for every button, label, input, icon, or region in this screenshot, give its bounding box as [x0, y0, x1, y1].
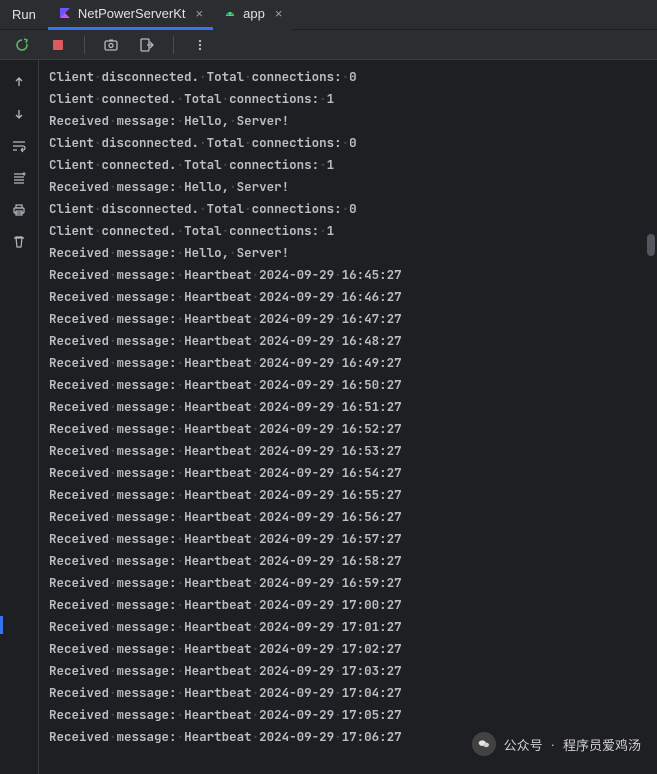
- console-line: Client·connected.·Total·connections:·1: [49, 220, 657, 242]
- console-line: Received·message:·Heartbeat·2024-09-29·1…: [49, 462, 657, 484]
- console-line: Received·message:·Hello,·Server!: [49, 176, 657, 198]
- console-output[interactable]: Client·disconnected.·Total·connections:·…: [38, 60, 657, 774]
- console-line: Received·message:·Heartbeat·2024-09-29·1…: [49, 682, 657, 704]
- console-line: Client·disconnected.·Total·connections:·…: [49, 198, 657, 220]
- run-panel-label: Run: [0, 7, 48, 22]
- watermark: 公众号 · 程序员爱鸡汤: [472, 732, 641, 756]
- console-line: Received·message:·Heartbeat·2024-09-29·1…: [49, 440, 657, 462]
- console-line: Received·message:·Heartbeat·2024-09-29·1…: [49, 594, 657, 616]
- wechat-icon: [472, 732, 496, 756]
- more-button[interactable]: [190, 35, 210, 55]
- console-side-toolbar: [0, 60, 38, 774]
- console-line: Received·message:·Heartbeat·2024-09-29·1…: [49, 264, 657, 286]
- console-line: Received·message:·Heartbeat·2024-09-29·1…: [49, 308, 657, 330]
- up-arrow-icon[interactable]: [9, 72, 29, 92]
- console-line: Received·message:·Heartbeat·2024-09-29·1…: [49, 572, 657, 594]
- exit-button[interactable]: [137, 35, 157, 55]
- close-icon[interactable]: ×: [196, 7, 204, 20]
- scrollbar-thumb[interactable]: [647, 234, 655, 256]
- console-line: Received·message:·Hello,·Server!: [49, 110, 657, 132]
- console-line: Received·message:·Heartbeat·2024-09-29·1…: [49, 638, 657, 660]
- watermark-prefix: 公众号: [504, 735, 543, 754]
- console-line: Client·disconnected.·Total·connections:·…: [49, 132, 657, 154]
- print-icon[interactable]: [9, 200, 29, 220]
- tab-app[interactable]: app ×: [213, 0, 292, 30]
- watermark-sep: ·: [551, 737, 555, 752]
- console-line: Received·message:·Heartbeat·2024-09-29·1…: [49, 418, 657, 440]
- console-line: Received·message:·Heartbeat·2024-09-29·1…: [49, 616, 657, 638]
- console-line: Client·connected.·Total·connections:·1: [49, 154, 657, 176]
- console-line: Received·message:·Heartbeat·2024-09-29·1…: [49, 330, 657, 352]
- console-line: Received·message:·Heartbeat·2024-09-29·1…: [49, 528, 657, 550]
- console-line: Received·message:·Heartbeat·2024-09-29·1…: [49, 396, 657, 418]
- tab-label: NetPowerServerKt: [78, 6, 186, 21]
- console-line: Client·connected.·Total·connections:·1: [49, 88, 657, 110]
- console-line: Received·message:·Heartbeat·2024-09-29·1…: [49, 506, 657, 528]
- top-tab-bar: Run NetPowerServerKt × app ×: [0, 0, 657, 30]
- stop-button[interactable]: [48, 35, 68, 55]
- console-line: Received·message:·Hello,·Server!: [49, 242, 657, 264]
- current-line-marker: [0, 616, 3, 634]
- rerun-button[interactable]: [12, 35, 32, 55]
- console-line: Received·message:·Heartbeat·2024-09-29·1…: [49, 352, 657, 374]
- close-icon[interactable]: ×: [275, 7, 283, 20]
- tab-label: app: [243, 6, 265, 21]
- screenshot-button[interactable]: [101, 35, 121, 55]
- console-line: Received·message:·Heartbeat·2024-09-29·1…: [49, 550, 657, 572]
- run-toolbar: [0, 30, 657, 60]
- run-tabs: NetPowerServerKt × app ×: [48, 0, 293, 30]
- tab-netpowerserverkt[interactable]: NetPowerServerKt ×: [48, 0, 213, 30]
- console-line: Received·message:·Heartbeat·2024-09-29·1…: [49, 374, 657, 396]
- scroll-to-end-icon[interactable]: [9, 168, 29, 188]
- console-line: Client·disconnected.·Total·connections:·…: [49, 66, 657, 88]
- trash-icon[interactable]: [9, 232, 29, 252]
- watermark-name: 程序员爱鸡汤: [563, 735, 641, 754]
- down-arrow-icon[interactable]: [9, 104, 29, 124]
- kotlin-icon: [58, 6, 72, 20]
- soft-wrap-icon[interactable]: [9, 136, 29, 156]
- console-line: Received·message:·Heartbeat·2024-09-29·1…: [49, 286, 657, 308]
- divider: [84, 36, 85, 54]
- console-line: Received·message:·Heartbeat·2024-09-29·1…: [49, 704, 657, 726]
- divider: [173, 36, 174, 54]
- console-line: Received·message:·Heartbeat·2024-09-29·1…: [49, 660, 657, 682]
- console-line: Received·message:·Heartbeat·2024-09-29·1…: [49, 484, 657, 506]
- android-icon: [223, 7, 237, 21]
